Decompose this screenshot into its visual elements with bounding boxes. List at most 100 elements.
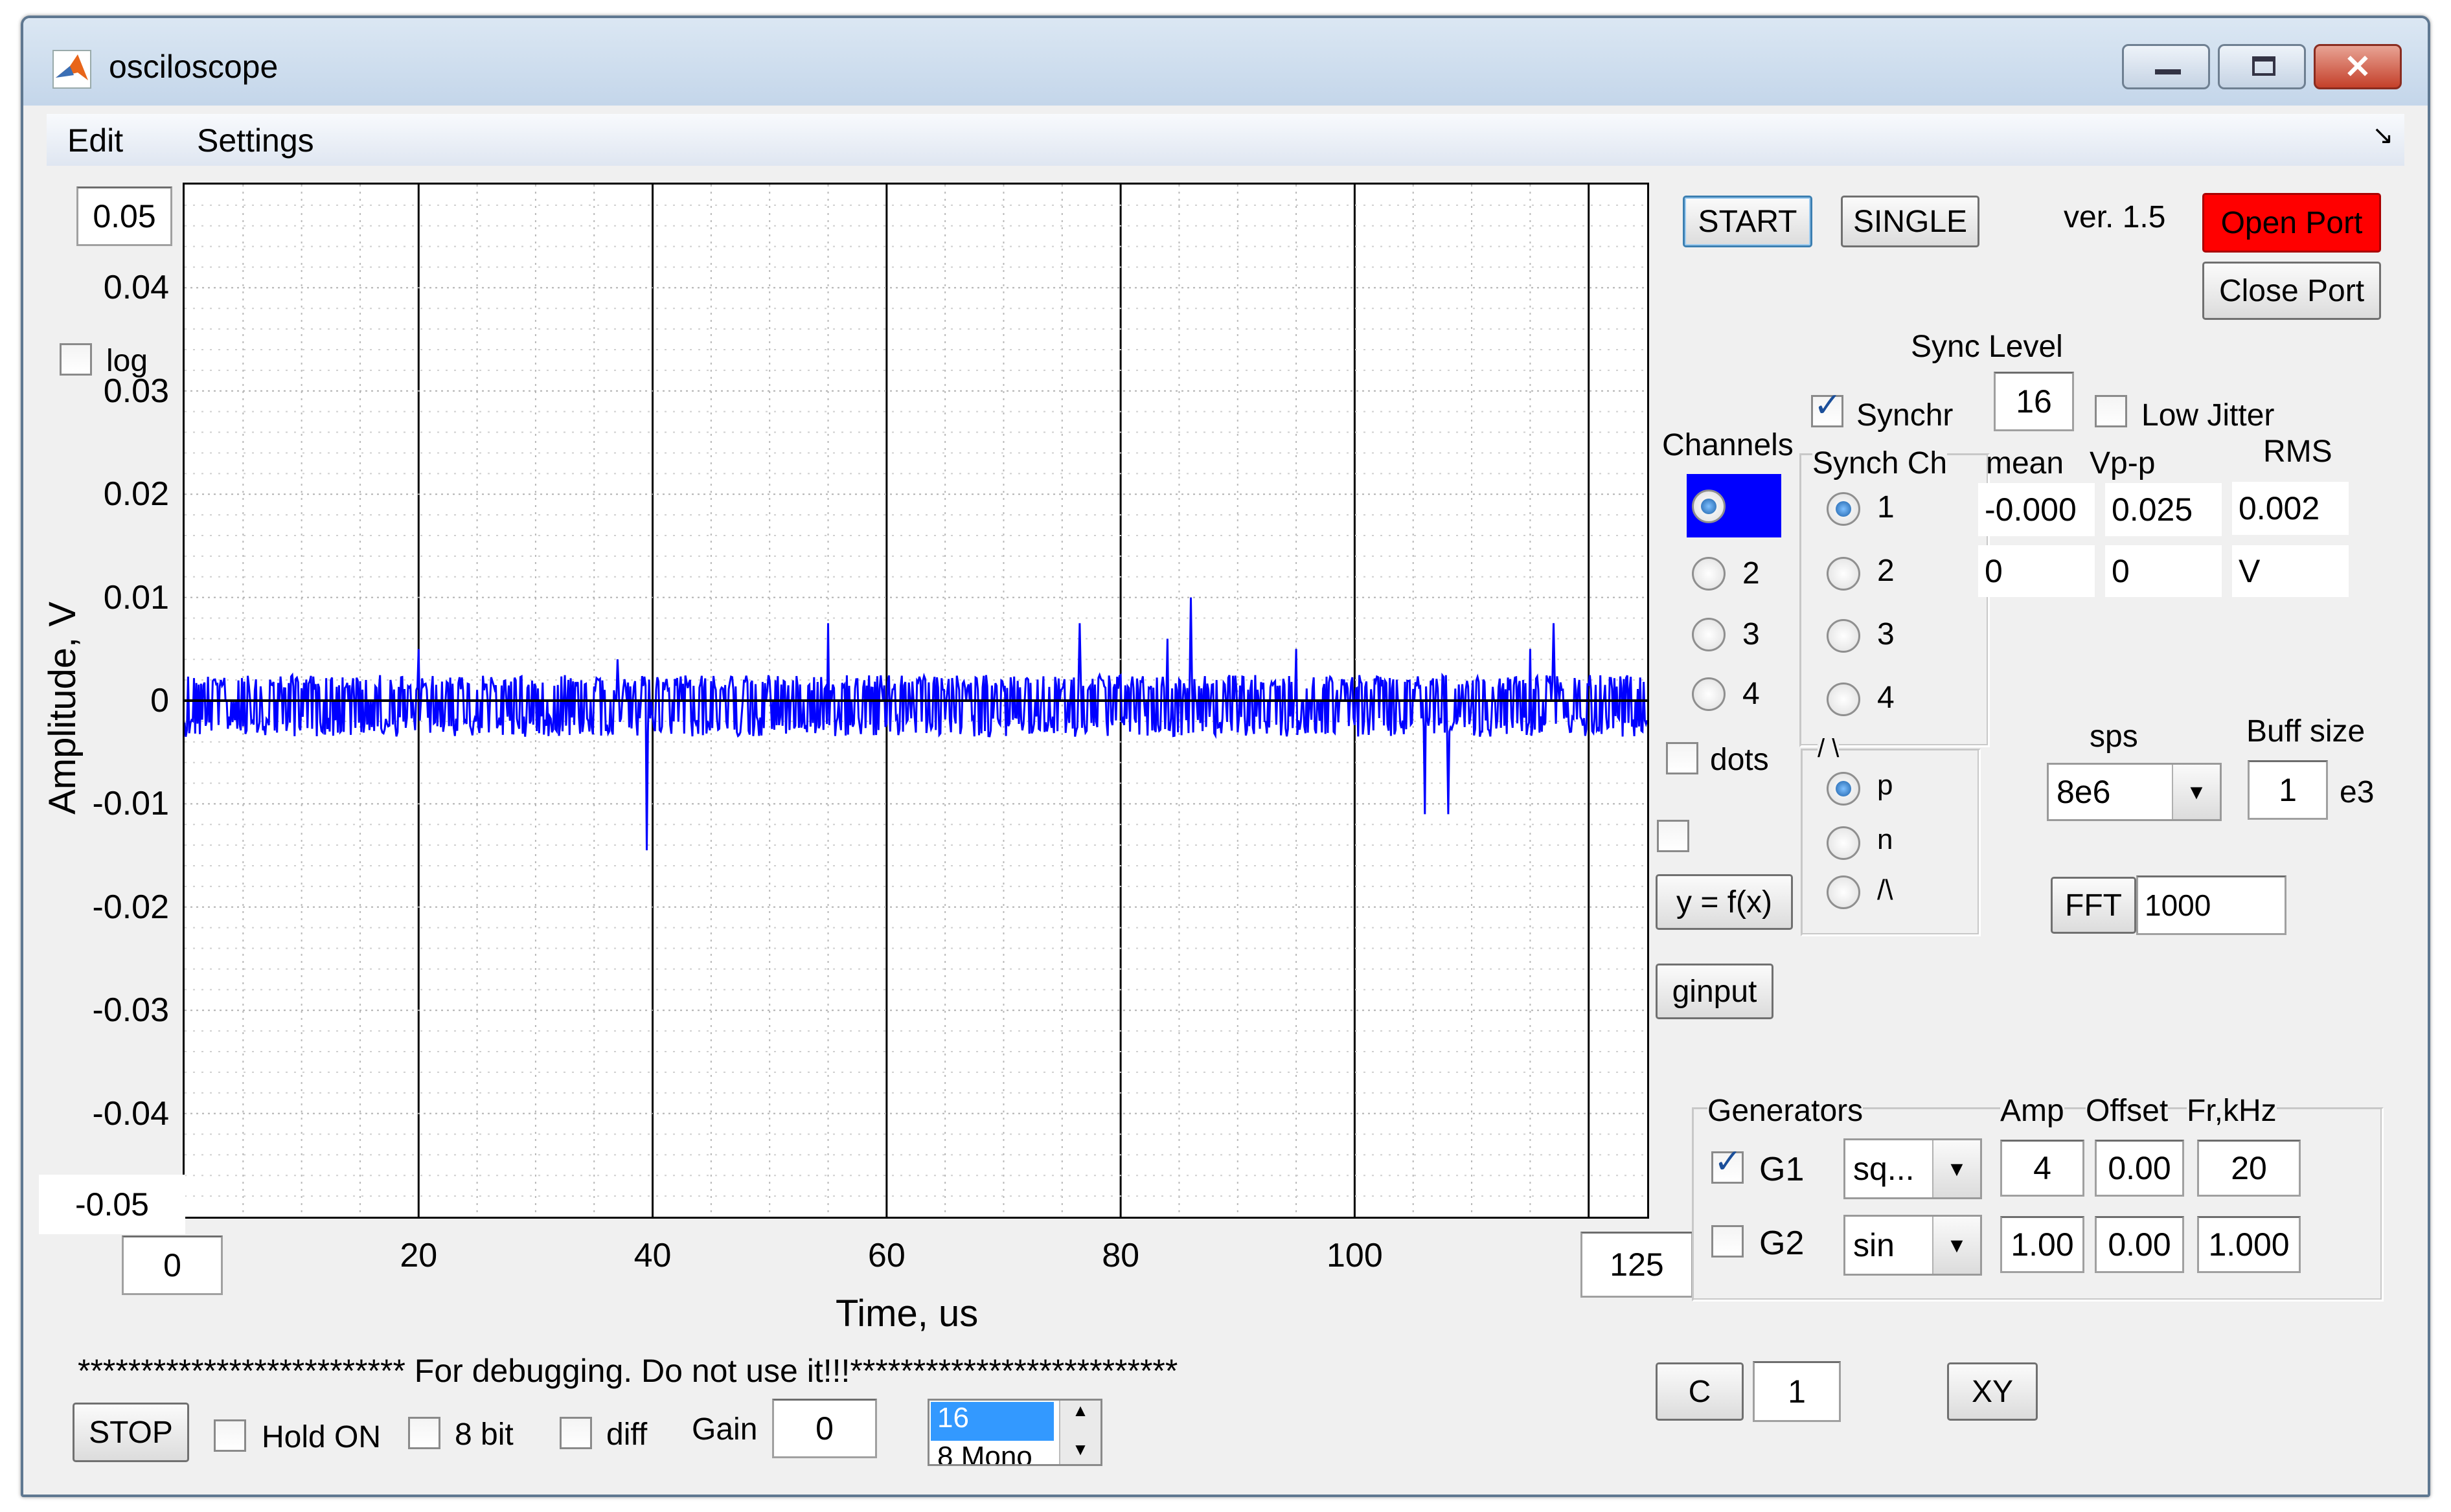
channel-3-label: 3 (1742, 617, 1760, 651)
g2-checkbox[interactable] (1711, 1225, 1744, 1258)
buff-size-field[interactable]: 1 (2248, 760, 2328, 820)
y-min-field[interactable]: -0.05 (39, 1175, 185, 1234)
g1-wave-selected: sq... (1853, 1151, 1915, 1187)
x-tick-label: 40 (633, 1237, 672, 1274)
dots-label: dots (1710, 743, 1769, 777)
menu-edit[interactable]: Edit (67, 122, 123, 159)
sync-level-label: Sync Level (1911, 330, 2063, 364)
chevron-up-icon[interactable]: ▲ (1060, 1401, 1100, 1421)
synch-ch-4-radio[interactable] (1827, 683, 1860, 716)
g1-amp-field[interactable]: 4 (2000, 1140, 2084, 1197)
g2-amp-field[interactable]: 1.00 (2000, 1216, 2084, 1273)
rms-value: 0.002 (2232, 482, 2349, 535)
maximize-button[interactable] (2218, 44, 2306, 89)
g1-label: G1 (1759, 1151, 1805, 1188)
x-tick-label: 100 (1327, 1237, 1383, 1274)
low-jitter-checkbox[interactable] (2095, 395, 2127, 427)
y-tick-label: 0.04 (103, 269, 169, 307)
row2-vpp-value: 0 (2105, 545, 2222, 597)
edge-n-radio[interactable] (1827, 826, 1860, 860)
g1-freq-field[interactable]: 20 (2197, 1140, 2301, 1197)
g1-offset-field[interactable]: 0.00 (2095, 1140, 2184, 1197)
stop-button[interactable]: STOP (73, 1403, 189, 1462)
diff-label: diff (606, 1417, 648, 1452)
edge-p-radio[interactable] (1827, 772, 1860, 806)
chevron-down-icon: ▼ (2172, 765, 2220, 819)
channel-1-radio[interactable] (1692, 490, 1726, 523)
close-window-button[interactable]: ✕ (2314, 44, 2402, 89)
minimize-button[interactable] (2122, 44, 2210, 89)
fft-field[interactable]: 1000 (2136, 875, 2286, 935)
x-tick-label: 60 (867, 1237, 906, 1274)
sps-selected: 8e6 (2057, 774, 2111, 810)
x-max-field[interactable]: 125 (1580, 1232, 1693, 1298)
synch-ch-3-label: 3 (1877, 617, 1895, 651)
close-icon: ✕ (2344, 49, 2371, 85)
synch-ch-3-radio[interactable] (1827, 619, 1860, 653)
mean-value: -0.000 (1978, 483, 2095, 536)
g1-wave-select[interactable]: sq... ▼ (1843, 1138, 1982, 1199)
listbox-selected-item[interactable]: 16 (931, 1402, 1054, 1441)
g2-wave-select[interactable]: sin ▼ (1843, 1215, 1982, 1276)
8bit-label: 8 bit (455, 1417, 514, 1452)
freq-label: Fr,kHz (2187, 1093, 2277, 1129)
mode-listbox[interactable]: 16 8 Mono ▲ ▼ (928, 1399, 1102, 1466)
dock-icon[interactable]: ↘ (2372, 120, 2394, 150)
y-tick-label: 0 (150, 682, 169, 719)
diff-checkbox[interactable] (560, 1417, 592, 1449)
debug-text: ************************** For debugging… (78, 1353, 1178, 1389)
x-min-field[interactable]: 0 (122, 1236, 223, 1295)
synchr-label: Synchr (1856, 398, 1954, 433)
c-field[interactable]: 1 (1753, 1361, 1841, 1422)
y-tick-label: -0.02 (92, 888, 169, 926)
minimize-icon (2155, 69, 2181, 74)
gain-field[interactable]: 0 (772, 1399, 877, 1458)
amp-label: Amp (2000, 1093, 2064, 1129)
listbox-scrollbar[interactable]: ▲ ▼ (1059, 1401, 1100, 1464)
window-title: osciloscope (109, 49, 279, 85)
y-max-field[interactable]: 0.05 (76, 186, 172, 246)
hold-on-checkbox[interactable] (214, 1419, 246, 1452)
g2-offset-field[interactable]: 0.00 (2095, 1216, 2184, 1273)
channel-3-radio[interactable] (1692, 618, 1726, 651)
sync-level-field[interactable]: 16 (1994, 372, 2074, 431)
gain-label: Gain (692, 1412, 758, 1447)
listbox-item[interactable]: 8 Mono (931, 1441, 1054, 1464)
channel-1-label: 1 (1742, 490, 1760, 525)
x-axis-label: Time, us (836, 1292, 979, 1335)
chevron-down-icon: ▼ (1932, 1217, 1980, 1274)
single-button[interactable]: SINGLE (1841, 196, 1979, 247)
dots-checkbox[interactable] (1666, 742, 1698, 774)
y-tick-label: 0.01 (103, 578, 169, 616)
ginput-button[interactable]: ginput (1656, 964, 1773, 1019)
synch-ch-label: Synch Ch (1812, 446, 1948, 481)
row2-unit-value: V (2232, 545, 2349, 597)
g2-freq-field[interactable]: 1.000 (2197, 1216, 2301, 1273)
synch-ch-2-radio[interactable] (1827, 557, 1860, 591)
xy-button[interactable]: XY (1947, 1362, 2038, 1421)
unlabeled-checkbox[interactable] (1657, 820, 1689, 852)
edge-both-radio[interactable] (1827, 875, 1860, 909)
8bit-checkbox[interactable] (408, 1417, 440, 1449)
chevron-down-icon[interactable]: ▼ (1060, 1439, 1100, 1460)
matlab-icon (52, 50, 91, 89)
y-fx-button[interactable]: y = f(x) (1656, 874, 1793, 930)
c-button[interactable]: C (1656, 1362, 1744, 1421)
fft-button[interactable]: FFT (2051, 877, 2136, 934)
sps-label: sps (2090, 719, 2138, 754)
channel-4-radio[interactable] (1692, 677, 1726, 711)
oscilloscope-axes[interactable] (183, 183, 1649, 1219)
synch-ch-1-radio[interactable] (1827, 492, 1860, 526)
open-port-button[interactable]: Open Port (2202, 193, 2381, 253)
log-checkbox[interactable] (60, 343, 92, 376)
start-button[interactable]: START (1683, 196, 1812, 247)
generators-label: Generators (1707, 1093, 1864, 1129)
check-mark-icon: ✓ (1714, 1143, 1742, 1180)
y-tick-label: -0.01 (92, 785, 169, 823)
vpp-value: 0.025 (2105, 483, 2222, 536)
sps-select[interactable]: 8e6 ▼ (2047, 763, 2222, 821)
close-port-button[interactable]: Close Port (2202, 262, 2381, 320)
y-tick-label: 0.02 (103, 475, 169, 513)
menu-settings[interactable]: Settings (197, 122, 314, 159)
channel-2-radio[interactable] (1692, 557, 1726, 591)
